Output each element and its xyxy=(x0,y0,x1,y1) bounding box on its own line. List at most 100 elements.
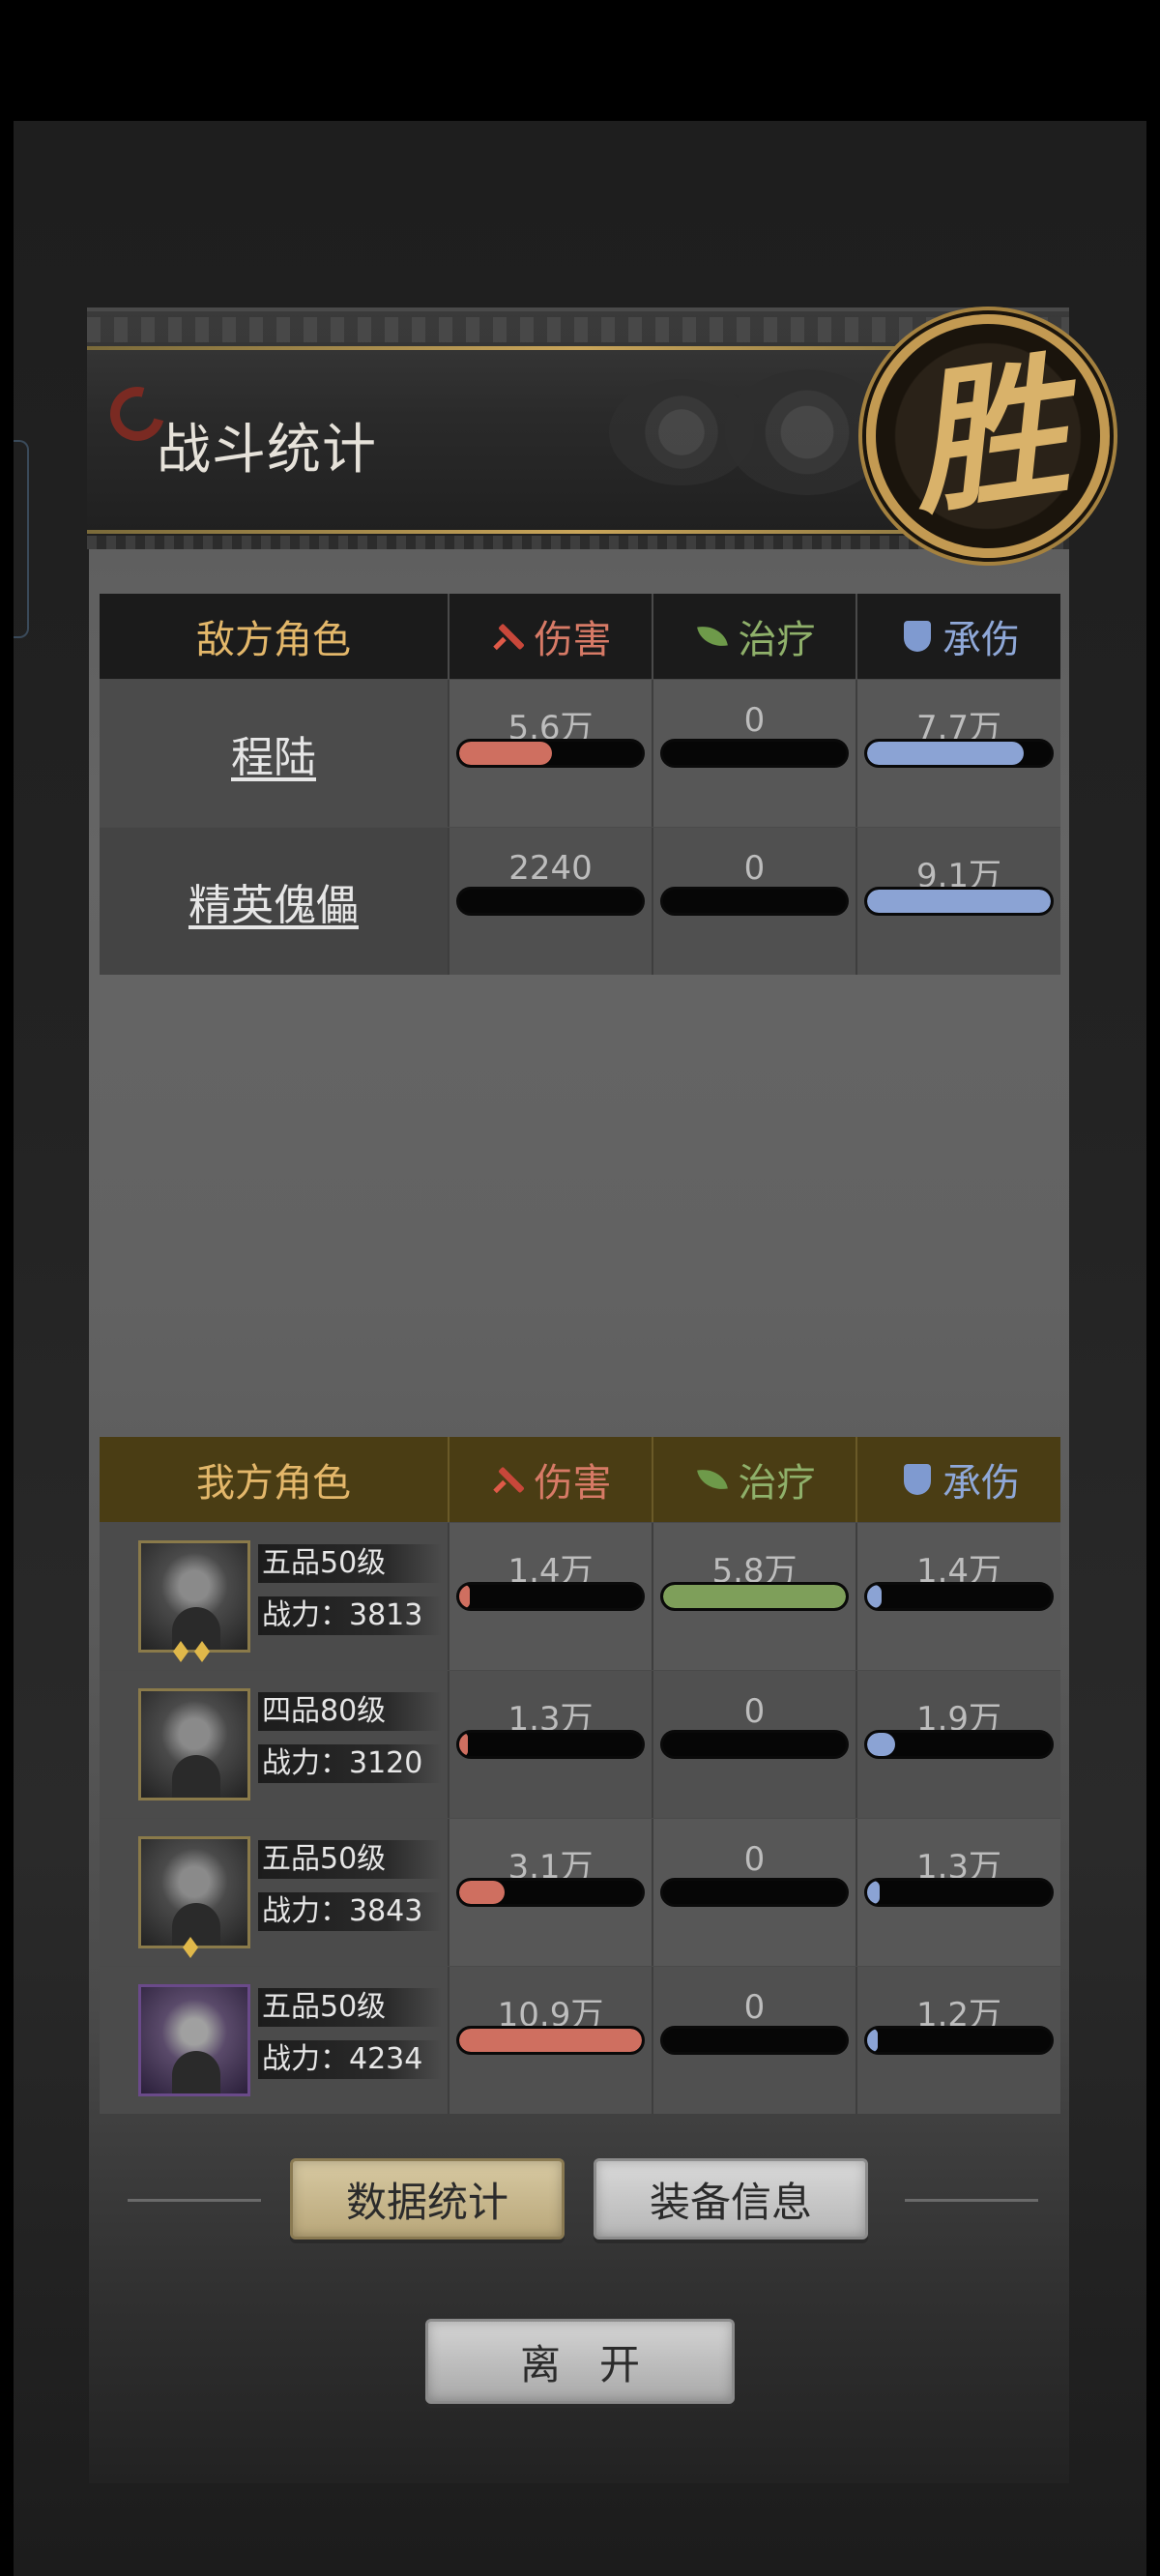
healing-cell: 5.8万 xyxy=(652,1523,856,1670)
enemy-row[interactable]: 程陆 5.6万 0 7.7万 xyxy=(100,679,1060,827)
healing-bar xyxy=(660,1582,849,1611)
damage-cell: 10.9万 xyxy=(448,1967,652,2114)
ally-row[interactable]: 五品50级 战力：4234 10.9万 0 1.2万 xyxy=(100,1966,1060,2114)
damage-header-label: 伤害 xyxy=(534,618,612,662)
damage-bar-fill xyxy=(459,1733,469,1756)
taken-bar-fill xyxy=(867,2029,879,2052)
taken-bar xyxy=(864,1730,1054,1759)
healing-value: 0 xyxy=(743,1840,766,1879)
damage-cell: 3.1万 xyxy=(448,1819,652,1966)
enemy-name-cell: 程陆 xyxy=(100,680,448,827)
taken-cell: 7.7万 xyxy=(856,680,1060,827)
taken-cell: 9.1万 xyxy=(856,828,1060,975)
ally-row[interactable]: 五品50级 战力：3843 3.1万 0 1.3万 xyxy=(100,1818,1060,1966)
taken-bar-fill xyxy=(867,742,1024,765)
healing-bar-fill xyxy=(663,1585,846,1608)
shield-icon xyxy=(898,1460,937,1499)
divider-line xyxy=(128,2199,261,2202)
taken-bar xyxy=(864,2026,1054,2055)
healing-bar xyxy=(660,1730,849,1759)
hero-portrait[interactable] xyxy=(138,1688,250,1800)
shield-icon xyxy=(898,617,937,656)
damage-column-header: 伤害 xyxy=(448,1437,652,1522)
damage-bar-fill xyxy=(459,1881,506,1904)
healing-header-label: 治疗 xyxy=(738,1461,816,1506)
equipment-info-button[interactable]: 装备信息 xyxy=(594,2158,868,2239)
taken-header-label: 承伤 xyxy=(942,618,1020,662)
ally-info-cell: 五品50级 战力：4234 xyxy=(100,1967,448,2114)
gem-icon xyxy=(194,1641,210,1662)
hero-grade: 五品50级 xyxy=(258,1544,442,1583)
damage-bar xyxy=(456,1730,645,1759)
ally-row[interactable]: 四品80级 战力：3120 1.3万 0 1.9万 xyxy=(100,1670,1060,1818)
taken-bar xyxy=(864,887,1054,916)
taken-bar-fill xyxy=(867,890,1051,913)
page-title: 战斗统计 xyxy=(157,419,377,482)
ally-table-header: 我方角色 伤害 治疗 承伤 xyxy=(100,1437,1060,1522)
taken-cell: 1.3万 xyxy=(856,1819,1060,1966)
healing-column-header: 治疗 xyxy=(652,594,856,679)
damage-header-label: 伤害 xyxy=(534,1461,612,1506)
hero-portrait[interactable] xyxy=(138,1984,250,2096)
taken-bar xyxy=(864,1878,1054,1907)
healing-header-label: 治疗 xyxy=(738,618,816,662)
healing-bar xyxy=(660,887,849,916)
healing-bar xyxy=(660,1878,849,1907)
taken-bar-fill xyxy=(867,1585,883,1608)
healing-cell: 0 xyxy=(652,1671,856,1818)
ally-row[interactable]: 五品50级 战力：3813 1.4万 5.8万 1.4万 xyxy=(100,1522,1060,1670)
taken-column-header: 承伤 xyxy=(856,1437,1060,1522)
side-tab[interactable] xyxy=(14,440,29,638)
ally-info-cell: 四品80级 战力：3120 xyxy=(100,1671,448,1818)
taken-cell: 1.4万 xyxy=(856,1523,1060,1670)
enemy-name-link[interactable]: 程陆 xyxy=(231,722,316,784)
damage-bar xyxy=(456,739,645,768)
enemy-name-link[interactable]: 精英傀儡 xyxy=(188,870,359,932)
damage-value: 2240 xyxy=(508,849,593,888)
gem-badges xyxy=(183,1937,198,1958)
healing-value: 0 xyxy=(743,1988,766,2027)
taken-bar-fill xyxy=(867,1881,881,1904)
gem-icon xyxy=(183,1937,198,1958)
healing-cell: 0 xyxy=(652,1819,856,1966)
taken-column-header: 承伤 xyxy=(856,594,1060,679)
enemy-table-header: 敌方角色 伤害 治疗 承伤 xyxy=(100,594,1060,679)
ally-info-cell: 五品50级 战力：3843 xyxy=(100,1819,448,1966)
damage-cell: 2240 xyxy=(448,828,652,975)
leaf-icon xyxy=(694,1460,733,1499)
gem-badges xyxy=(173,1641,210,1662)
taken-bar xyxy=(864,1582,1054,1611)
ally-stats-table: 我方角色 伤害 治疗 承伤 五品50级 战力：3813 1.4万 5.8万 1.… xyxy=(100,1437,1060,2114)
taken-cell: 1.2万 xyxy=(856,1967,1060,2114)
healing-column-header: 治疗 xyxy=(652,1437,856,1522)
healing-value: 0 xyxy=(743,1692,766,1731)
enemy-row[interactable]: 精英傀儡 2240 0 9.1万 xyxy=(100,827,1060,975)
taken-cell: 1.9万 xyxy=(856,1671,1060,1818)
hero-grade: 五品50级 xyxy=(258,1988,442,2027)
healing-bar xyxy=(660,2026,849,2055)
hero-power: 战力：3843 xyxy=(258,1892,442,1931)
healing-bar xyxy=(660,739,849,768)
sword-icon xyxy=(490,617,529,656)
damage-bar xyxy=(456,887,645,916)
damage-cell: 1.3万 xyxy=(448,1671,652,1818)
hero-portrait[interactable] xyxy=(138,1836,250,1948)
data-stats-button[interactable]: 数据统计 xyxy=(290,2158,565,2239)
hero-portrait[interactable] xyxy=(138,1540,250,1653)
victory-seal: 胜 xyxy=(866,314,1110,558)
leave-button[interactable]: 离开 xyxy=(425,2319,735,2404)
ally-heading: 我方角色 xyxy=(196,1461,351,1506)
damage-bar-fill xyxy=(459,1585,471,1608)
leaf-icon xyxy=(694,617,733,656)
hero-power: 战力：3120 xyxy=(258,1744,442,1783)
taken-bar xyxy=(864,739,1054,768)
divider-line xyxy=(905,2199,1038,2202)
hero-grade: 四品80级 xyxy=(258,1692,442,1731)
cloud-ornament xyxy=(725,369,889,495)
healing-value: 0 xyxy=(743,701,766,740)
taken-header-label: 承伤 xyxy=(942,1461,1020,1506)
enemy-stats-table: 敌方角色 伤害 治疗 承伤 程陆 5.6万 0 7.7万 精英傀儡 2240 0… xyxy=(100,594,1060,975)
sword-icon xyxy=(490,1460,529,1499)
damage-bar-fill xyxy=(459,742,553,765)
hero-power: 战力：4234 xyxy=(258,2040,442,2079)
